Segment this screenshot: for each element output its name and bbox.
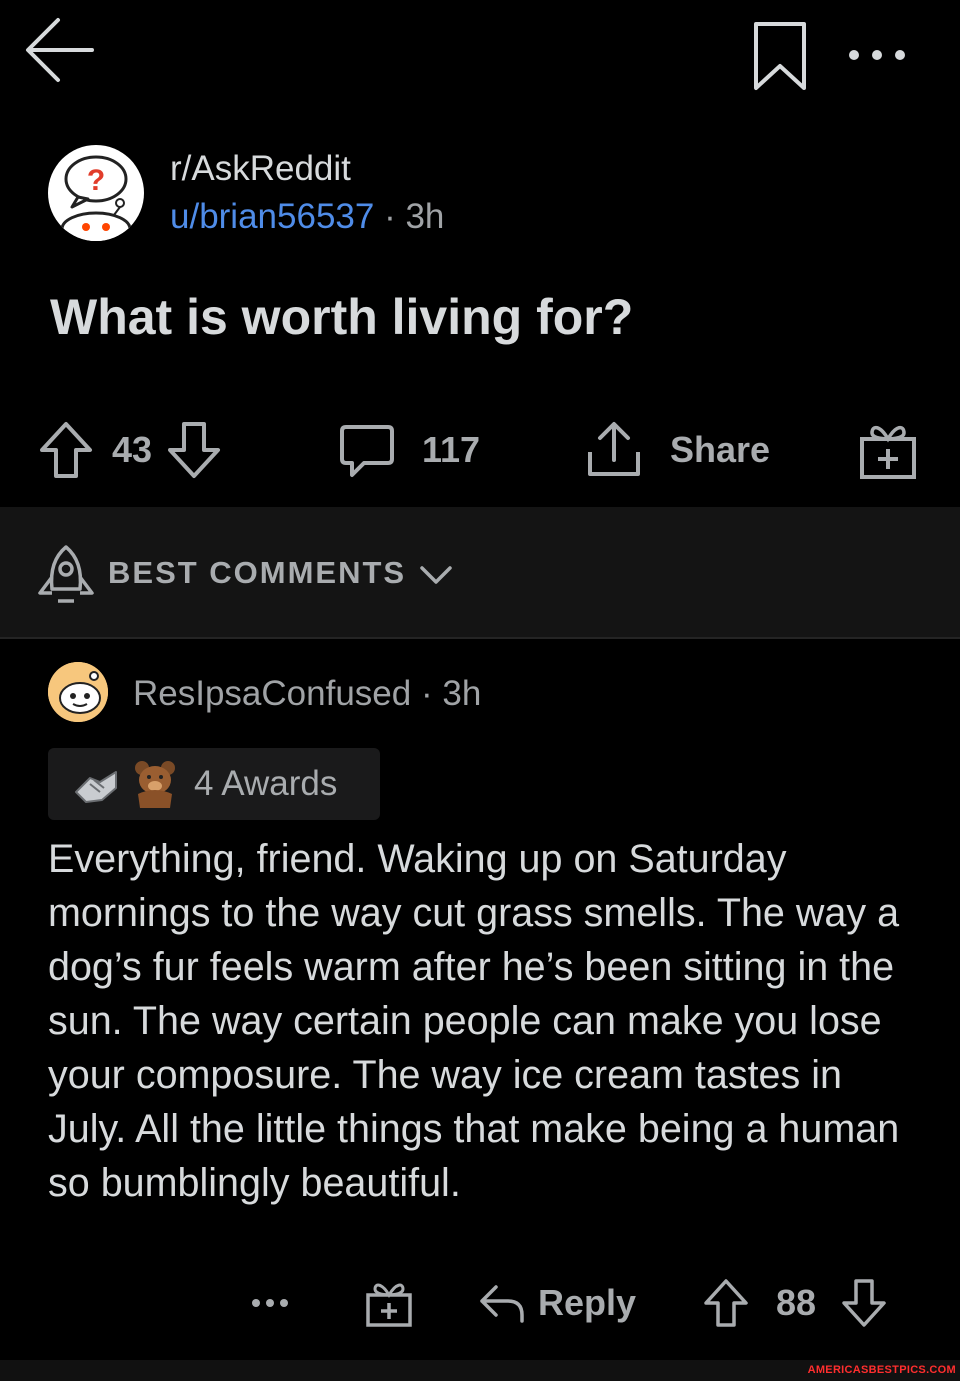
reply-button[interactable]: Reply (476, 1268, 636, 1338)
award-button[interactable] (858, 410, 918, 490)
handshake-award-icon (75, 771, 117, 803)
meta-separator: · (420, 674, 433, 713)
chevron-down-icon[interactable] (418, 563, 454, 587)
reply-icon (480, 1285, 524, 1323)
post-meta: u/brian56537 · 3h (170, 197, 444, 237)
post-title: What is worth living for? (50, 289, 634, 345)
bookmark-icon[interactable] (752, 20, 808, 92)
downvote-icon[interactable] (840, 1277, 888, 1329)
more-icon (252, 1299, 288, 1307)
subreddit-avatar[interactable]: ? (48, 145, 144, 241)
comment-sort-bar[interactable]: BEST COMMENTS (0, 507, 960, 639)
post-action-bar: 43 117 Share (0, 410, 960, 490)
sort-label[interactable]: BEST COMMENTS (108, 555, 406, 591)
upvote-icon[interactable] (38, 420, 94, 480)
subreddit-name[interactable]: r/AskReddit (170, 149, 351, 189)
upvote-icon[interactable] (702, 1277, 750, 1329)
comment-meta: ResIpsaConfused · 3h (133, 674, 481, 714)
top-bar (0, 0, 960, 120)
watermark: AMERICASBESTPICS.COM (807, 1364, 956, 1376)
comment-vote-group: 88 (702, 1268, 888, 1338)
awards-label: 4 Awards (194, 764, 338, 803)
comment-age: 3h (442, 674, 482, 713)
comment-action-bar: Reply 88 (0, 1268, 960, 1338)
post-author[interactable]: u/brian56537 (170, 197, 374, 236)
askreddit-snoo-icon: ? (60, 155, 132, 241)
back-arrow-icon[interactable] (22, 14, 96, 88)
downvote-icon[interactable] (166, 420, 222, 480)
gift-icon (366, 1283, 412, 1327)
post-age: 3h (405, 197, 445, 236)
comments-button[interactable]: 117 (338, 410, 480, 490)
comment-count: 117 (422, 429, 481, 470)
reply-label: Reply (538, 1282, 637, 1323)
comment-more-button[interactable] (250, 1268, 290, 1338)
comment-score: 88 (776, 1282, 817, 1323)
comment-award-button[interactable] (364, 1268, 414, 1338)
post-header: ? r/AskReddit u/brian56537 · 3h (48, 145, 908, 245)
awards-badge[interactable]: 4 Awards (48, 748, 380, 820)
commenter-avatar[interactable] (48, 662, 108, 722)
comment-author[interactable]: ResIpsaConfused (133, 674, 411, 713)
comment-bubble-icon (340, 425, 394, 477)
share-icon (588, 422, 640, 476)
more-icon[interactable] (846, 38, 908, 72)
comment-body: Everything, friend. Waking up on Saturda… (48, 837, 900, 1205)
rocket-icon (38, 545, 94, 603)
bear-award-icon (135, 761, 175, 808)
svg-text:?: ? (87, 164, 105, 197)
meta-separator: · (384, 197, 396, 236)
gift-icon (860, 425, 916, 479)
comment: ResIpsaConfused · 3h 4 Awards Everything… (0, 640, 960, 1360)
share-button[interactable]: Share (584, 410, 770, 490)
snoo-avatar-icon (48, 662, 108, 722)
vote-group: 43 (38, 410, 222, 490)
post-vote-count: 43 (112, 429, 153, 470)
share-label: Share (670, 429, 771, 470)
